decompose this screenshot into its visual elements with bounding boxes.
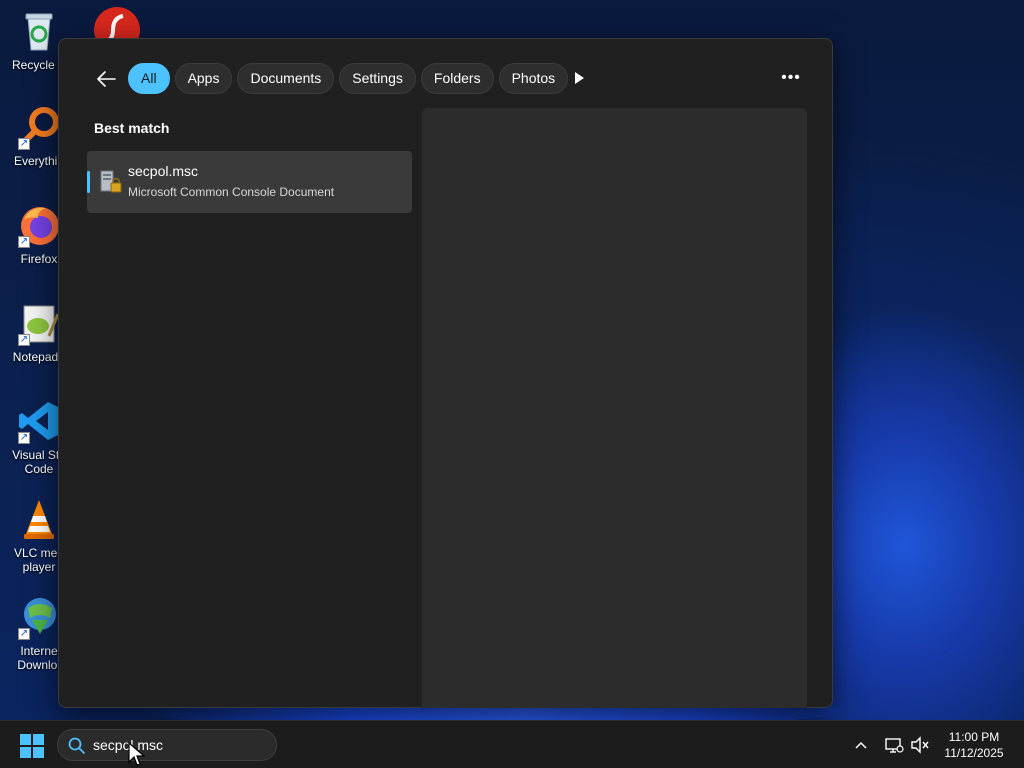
windows-logo-icon [20,734,44,758]
back-button[interactable] [93,66,119,92]
notepad-plus-plus-icon: ↗ [16,300,62,346]
volume-button[interactable] [910,735,930,755]
network-icon [885,738,904,753]
system-clock[interactable]: 11:00 PM 11/12/2025 [938,729,1010,761]
filter-apps[interactable]: Apps [174,63,233,94]
filter-folders[interactable]: Folders [420,63,494,94]
shortcut-arrow-icon: ↗ [18,138,30,150]
filter-settings[interactable]: Settings [339,63,416,94]
desktop-icon-flash[interactable] [93,6,141,40]
shortcut-arrow-icon: ↗ [18,432,30,444]
best-match-heading: Best match [94,120,170,136]
mouse-cursor-icon [128,741,146,768]
firefox-icon: ↗ [16,202,62,248]
play-icon [575,72,584,84]
shortcut-arrow-icon: ↗ [18,628,30,640]
taskbar: 11:00 PM 11/12/2025 [0,720,1024,768]
search-filter-tabs: All Apps Documents Settings Folders Phot… [128,63,569,94]
recycle-bin-icon [16,8,62,54]
taskbar-search-box[interactable] [57,729,277,761]
clock-date: 11/12/2025 [944,746,1004,760]
filter-all[interactable]: All [128,63,170,94]
network-status-button[interactable] [884,735,904,755]
vscode-icon: ↗ [16,398,62,444]
shortcut-arrow-icon: ↗ [18,236,30,248]
msc-console-icon [99,169,123,195]
more-filters-button[interactable] [571,70,587,86]
ellipsis-icon: ••• [781,69,801,86]
show-hidden-icons-button[interactable] [853,737,869,753]
internet-download-manager-icon: ↗ [16,594,62,640]
start-button[interactable] [20,734,44,758]
vlc-icon [16,496,62,542]
search-icon [68,737,85,754]
search-flyout: All Apps Documents Settings Folders Phot… [58,38,833,708]
filter-photos[interactable]: Photos [498,63,569,94]
volume-muted-icon [911,736,929,754]
back-arrow-icon [97,71,116,87]
shortcut-arrow-icon: ↗ [18,334,30,346]
flash-player-icon [94,7,140,40]
everything-search-icon: ↗ [16,104,62,150]
result-name: secpol.msc [128,163,199,179]
result-preview-pane [422,108,807,708]
best-match-result[interactable]: secpol.msc Microsoft Common Console Docu… [87,151,412,213]
filter-documents[interactable]: Documents [237,63,335,94]
search-input[interactable] [93,735,263,755]
more-options-button[interactable]: ••• [777,67,805,89]
result-description: Microsoft Common Console Document [128,185,335,199]
selection-accent-bar [87,171,90,193]
chevron-up-icon [855,741,867,749]
clock-time: 11:00 PM [948,730,1000,744]
